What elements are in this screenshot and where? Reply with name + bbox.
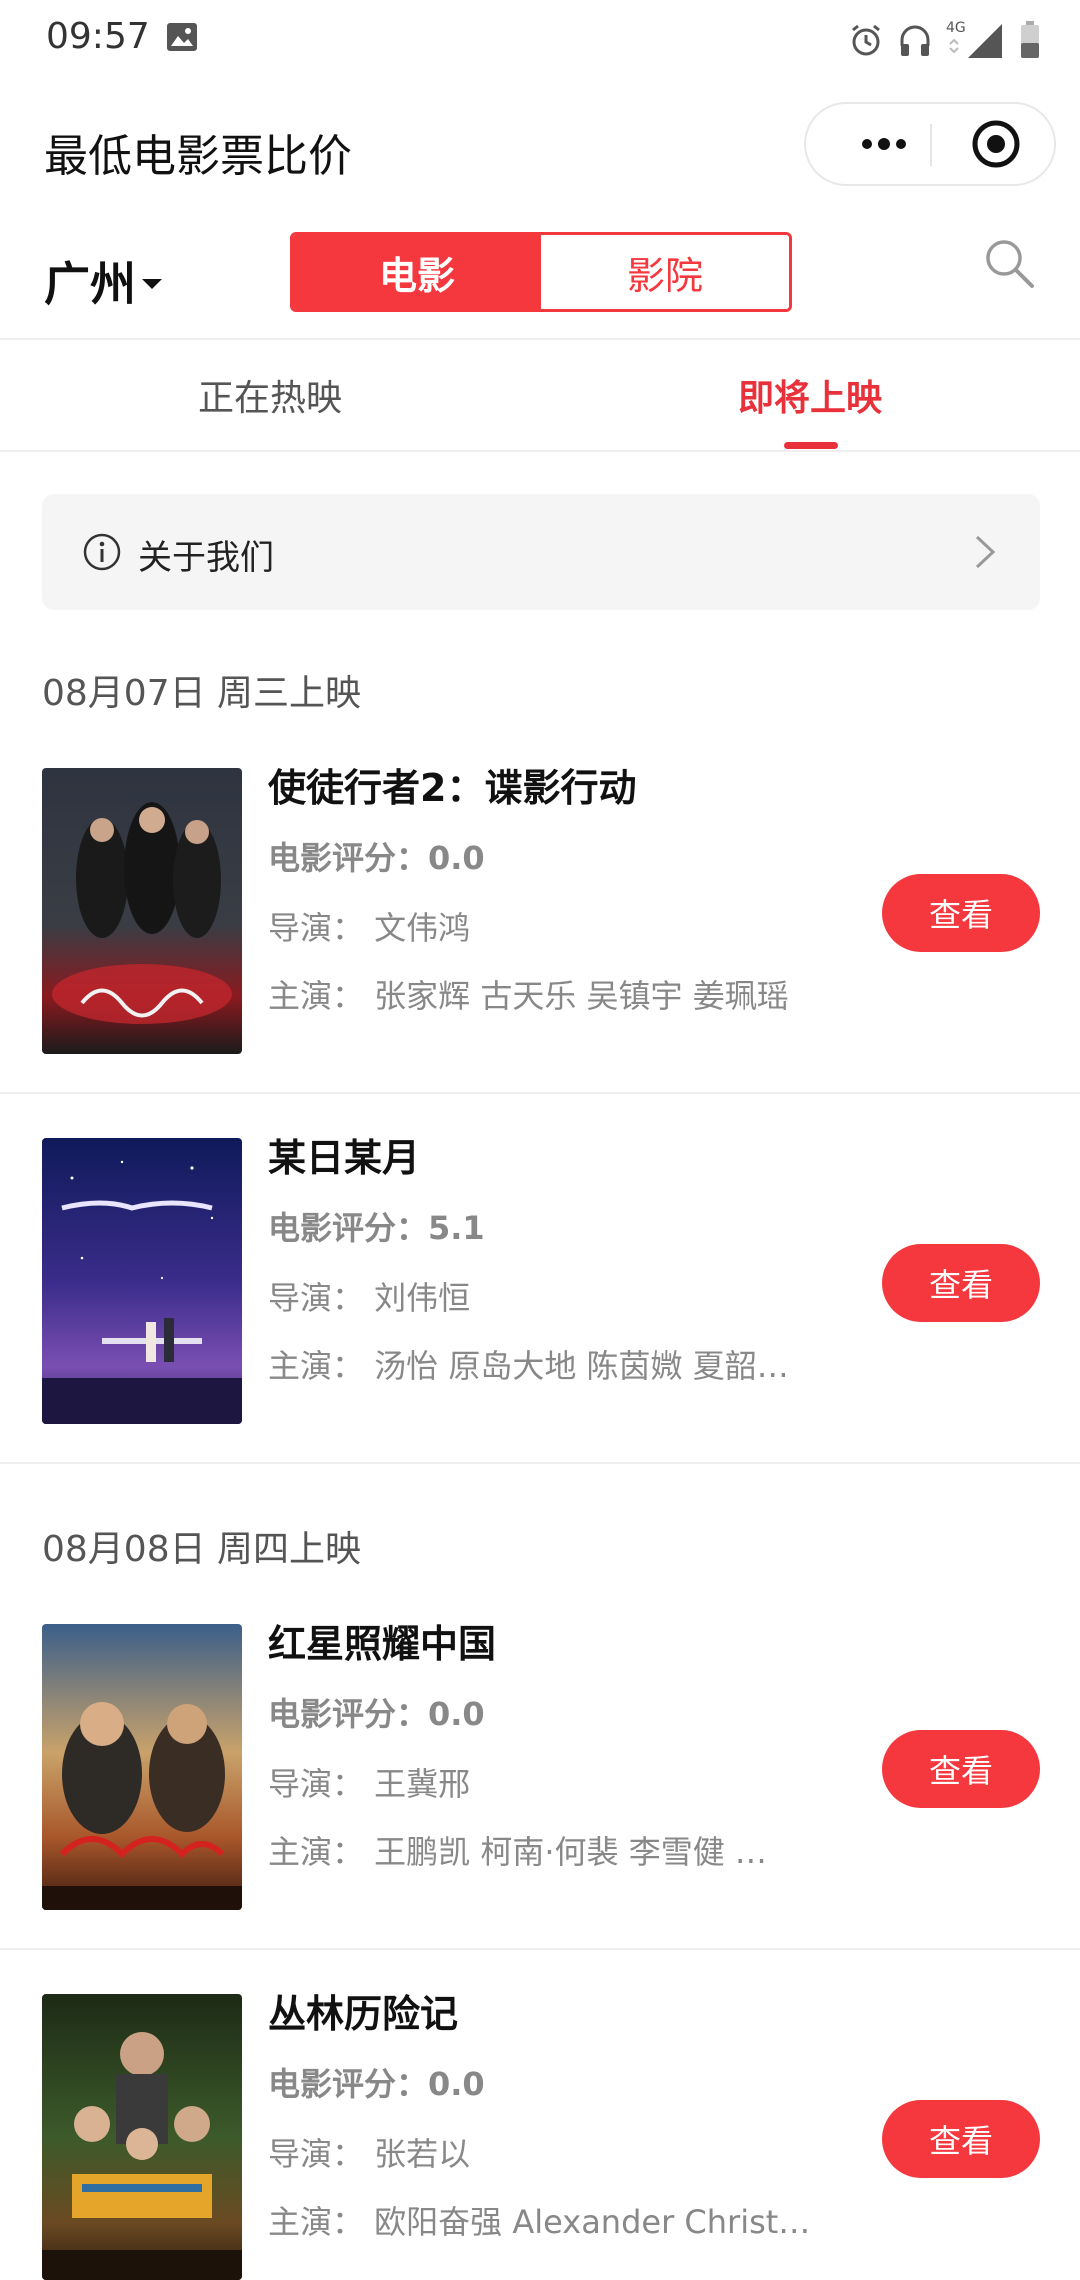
movie-score: 电影评分：0.0 xyxy=(268,1695,485,1733)
status-icons: 4G xyxy=(848,18,1040,62)
movie-poster[interactable] xyxy=(42,1138,242,1424)
release-date-header: 08月07日 周三上映 xyxy=(42,673,362,714)
movie-title[interactable]: 红星照耀中国 xyxy=(268,1616,828,1672)
movie-poster[interactable] xyxy=(42,1994,242,2280)
movie-title[interactable]: 某日某月 xyxy=(268,1130,828,1186)
movie-director: 导演： 刘伟恒 xyxy=(268,1279,471,1317)
movie-score: 电影评分：5.1 xyxy=(268,1209,485,1247)
view-button[interactable]: 查看 xyxy=(882,2100,1040,2178)
movie-item: 使徒行者2：谍影行动 电影评分：0.0 导演： 文伟鸿 主演： 张家辉 古天乐 … xyxy=(0,724,1080,1094)
tab-bar: 正在热映 即将上映 xyxy=(0,338,1080,452)
movie-title[interactable]: 丛林历险记 xyxy=(268,1986,828,2042)
miniprogram-capsule xyxy=(804,102,1056,186)
status-bar: 09:57 4G xyxy=(0,0,1080,80)
more-button[interactable] xyxy=(842,104,926,184)
status-time: 09:57 xyxy=(46,16,150,57)
movie-item: 红星照耀中国 电影评分：0.0 导演： 王冀邢 主演： 王鹏凯 柯南·何裴 李雪… xyxy=(0,1580,1080,1950)
alarm-icon xyxy=(848,22,884,58)
movie-director: 导演： 文伟鸿 xyxy=(268,909,471,947)
view-button[interactable]: 查看 xyxy=(882,1730,1040,1808)
movie-actors: 主演： 王鹏凯 柯南·何裴 李雪健 … xyxy=(268,1833,767,1871)
view-button[interactable]: 查看 xyxy=(882,1244,1040,1322)
movie-director: 导演： 王冀邢 xyxy=(268,1765,471,1803)
movie-director: 导演： 张若以 xyxy=(268,2135,471,2173)
network-type-icon: 4G xyxy=(946,20,1006,60)
toolbar: 广州 电影 影院 xyxy=(0,208,1080,338)
movie-item: 某日某月 电影评分：5.1 导演： 刘伟恒 主演： 汤怡 原岛大地 陈茵媺 夏韶… xyxy=(0,1094,1080,1464)
app-header: 最低电影票比价 xyxy=(0,80,1080,208)
movie-score: 电影评分：0.0 xyxy=(268,839,485,877)
movie-info: 使徒行者2：谍影行动 电影评分：0.0 导演： 文伟鸿 主演： 张家辉 古天乐 … xyxy=(268,760,828,1024)
headphones-icon xyxy=(898,22,932,58)
movie-score: 电影评分：0.0 xyxy=(268,2065,485,2103)
image-notification-icon xyxy=(166,22,198,52)
chevron-right-icon xyxy=(974,534,996,570)
about-us-row[interactable]: 关于我们 xyxy=(42,494,1040,610)
target-close-icon xyxy=(972,120,1020,168)
movie-poster[interactable] xyxy=(42,1624,242,1910)
movie-info: 丛林历险记 电影评分：0.0 导演： 张若以 主演： 欧阳奋强 Alexande… xyxy=(268,1986,828,2250)
close-miniprogram-button[interactable] xyxy=(954,104,1038,184)
city-selector[interactable]: 广州 xyxy=(44,248,162,314)
city-label: 广州 xyxy=(44,257,136,311)
movie-item: 丛林历险记 电影评分：0.0 导演： 张若以 主演： 欧阳奋强 Alexande… xyxy=(0,1950,1080,2280)
movie-title[interactable]: 使徒行者2：谍影行动 xyxy=(268,760,828,816)
movie-poster[interactable] xyxy=(42,768,242,1054)
segment-movies[interactable]: 电影 xyxy=(293,235,541,309)
movie-actors: 主演： 欧阳奋强 Alexander Christ… xyxy=(268,2203,811,2241)
caret-down-icon xyxy=(142,279,162,289)
movie-actors: 主演： 张家辉 古天乐 吴镇宇 姜珮瑶 xyxy=(268,977,789,1015)
release-date-header: 08月08日 周四上映 xyxy=(42,1529,362,1570)
more-icon xyxy=(862,138,906,150)
page-title: 最低电影票比价 xyxy=(44,131,352,182)
movie-info: 红星照耀中国 电影评分：0.0 导演： 王冀邢 主演： 王鹏凯 柯南·何裴 李雪… xyxy=(268,1616,828,1880)
capsule-divider xyxy=(930,124,932,166)
battery-icon xyxy=(1020,21,1040,59)
tab-now-showing[interactable]: 正在热映 xyxy=(0,340,540,450)
movie-info: 某日某月 电影评分：5.1 导演： 刘伟恒 主演： 汤怡 原岛大地 陈茵媺 夏韶… xyxy=(268,1130,828,1394)
info-icon xyxy=(82,532,122,572)
active-tab-indicator xyxy=(784,442,838,449)
segment-cinemas[interactable]: 影院 xyxy=(541,235,789,309)
segmented-control: 电影 影院 xyxy=(290,232,792,312)
search-icon xyxy=(986,240,1034,288)
tab-coming-soon[interactable]: 即将上映 xyxy=(540,340,1080,450)
about-us-label: 关于我们 xyxy=(138,538,274,578)
search-button[interactable] xyxy=(980,234,1040,294)
view-button[interactable]: 查看 xyxy=(882,874,1040,952)
movie-actors: 主演： 汤怡 原岛大地 陈茵媺 夏韶… xyxy=(268,1347,789,1385)
